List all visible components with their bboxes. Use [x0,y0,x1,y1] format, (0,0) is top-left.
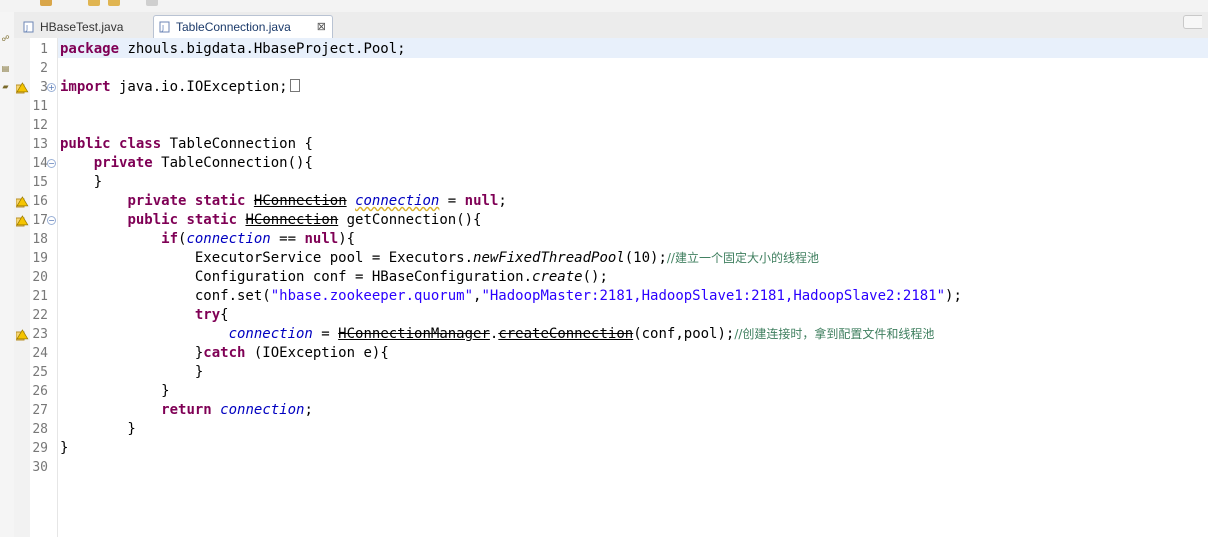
warning-marker-icon[interactable] [16,82,29,94]
line-number: 21 [32,289,48,304]
line-number: 26 [32,384,48,399]
line-number: 20 [32,270,48,285]
code-line-15: } [60,174,103,190]
line-number: 3 [40,80,48,95]
editor-maximize-control[interactable] [1183,15,1202,29]
line-number: 29 [32,441,48,456]
line-number: 30 [32,460,48,475]
package-explorer-icon[interactable]: ☍ [1,34,10,43]
tab-label: TableConnection.java [176,20,291,34]
java-file-icon: J [159,21,170,33]
collapse-fold-icon[interactable]: − [47,216,56,225]
code-line-23: connection = HConnectionManager.createCo… [228,326,935,342]
code-line-1: package zhouls.bigdata.HbaseProject.Pool… [60,41,406,57]
line-number: 17 [32,213,48,228]
toolbar-save-icon[interactable] [40,0,52,6]
code-line-3: import java.io.IOException; [60,78,300,97]
line-number: 15 [32,175,48,190]
annotation-gutter [14,38,30,537]
tab-hbasetest[interactable]: J HBaseTest.java [17,15,147,38]
code-line-21: conf.set("hbase.zookeeper.quorum","Hadoo… [194,288,962,304]
line-number: 1 [40,42,48,57]
line-number: 13 [32,137,48,152]
code-line-29: } [60,440,69,456]
code-line-13: public class TableConnection { [60,136,313,152]
tab-label: HBaseTest.java [40,20,124,34]
code-line-14: private TableConnection(){ [93,155,313,171]
svg-text:J: J [25,24,28,32]
toolbar-back-icon[interactable] [88,0,100,6]
line-number: 25 [32,365,48,380]
editor-tab-bar: J HBaseTest.java J TableConnection.java … [14,12,1208,39]
code-line-27: return connection; [161,402,313,418]
tab-tableconnection[interactable]: J TableConnection.java ⊠ [153,15,333,38]
warning-marker-icon[interactable] [16,329,29,341]
line-number: 28 [32,422,48,437]
collapse-fold-icon[interactable]: − [47,159,56,168]
code-line-26: } [60,383,170,399]
code-line-17: public static HConnection getConnection(… [127,212,482,228]
warning-marker-icon[interactable] [16,196,29,208]
line-number: 27 [32,403,48,418]
outline-icon[interactable]: ▤ [1,64,10,73]
left-side-panel: ☍ ▤ ▰ [0,12,15,537]
close-tab-icon[interactable]: ⊠ [317,16,326,38]
line-number: 24 [32,346,48,361]
line-number: 23 [32,327,48,342]
line-number: 19 [32,251,48,266]
code-line-22: try{ [194,307,229,323]
toolbar-next-icon[interactable] [146,0,158,6]
folder-icon[interactable]: ▰ [1,82,10,91]
svg-text:J: J [161,24,164,32]
code-line-28: } [60,421,136,437]
line-number: 11 [32,99,48,114]
line-number: 22 [32,308,48,323]
code-line-20: Configuration conf = HBaseConfiguration.… [194,269,608,285]
line-number: 18 [32,232,48,247]
code-line-25: } [60,364,204,380]
warning-marker-icon[interactable] [16,215,29,227]
expand-fold-icon[interactable]: + [47,83,56,92]
line-number: 14 [32,156,48,171]
line-number: 16 [32,194,48,209]
code-line-24: }catch (IOException e){ [194,345,389,361]
code-line-18: if(connection == null){ [161,231,356,247]
code-line-16: private static HConnection connection = … [127,193,507,209]
folded-imports-marker[interactable] [289,79,300,92]
java-file-icon: J [23,21,34,33]
code-line-19: ExecutorService pool = Executors.newFixe… [194,250,819,266]
toolbar-forward-icon[interactable] [108,0,120,6]
line-number: 2 [40,61,48,76]
line-number: 12 [32,118,48,133]
